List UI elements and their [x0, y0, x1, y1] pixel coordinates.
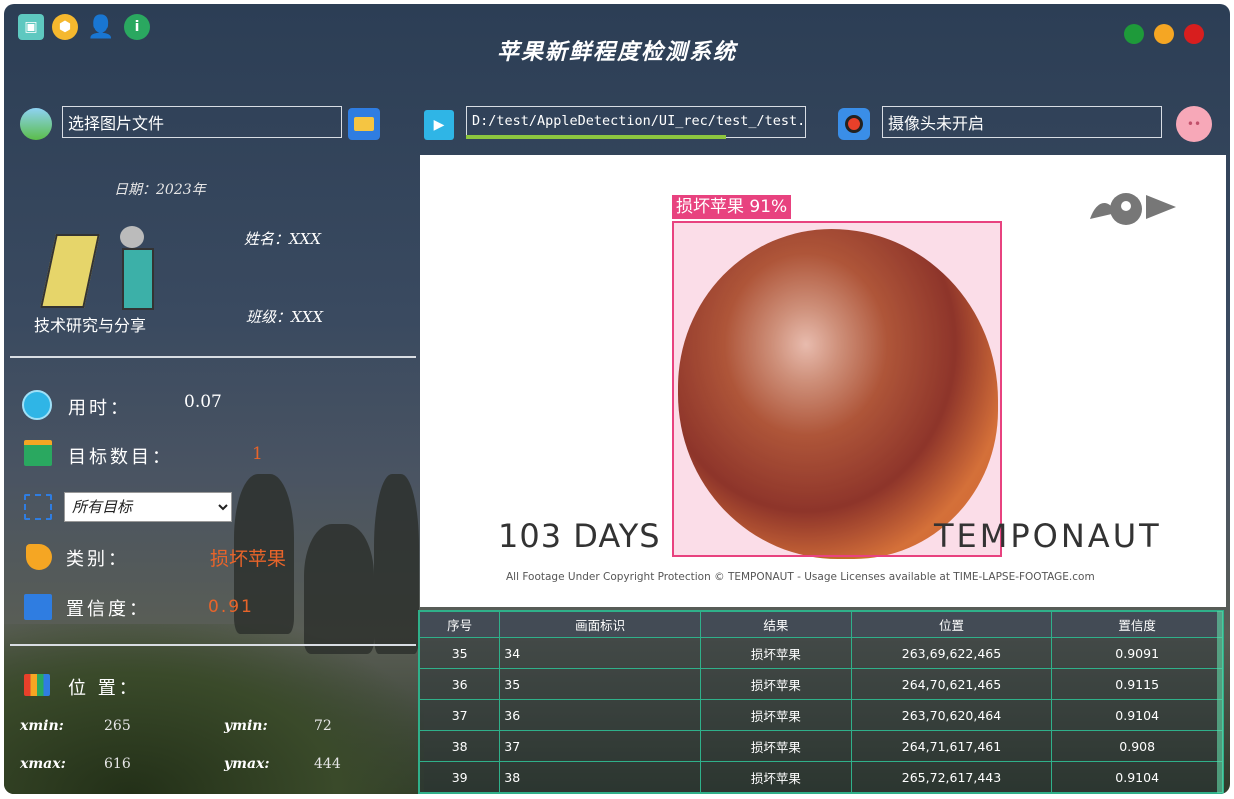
overlay-footer-text: All Footage Under Copyright Protection ©… [506, 571, 1095, 583]
chart-icon [24, 440, 52, 466]
confidence-label: 置信度： [66, 599, 150, 620]
logo-caption: 技术研究与分享 [34, 316, 147, 335]
overlay-days-text: 103 DAYS [498, 517, 661, 555]
cell-frame: 35 [499, 668, 702, 700]
eye-logo-icon [1090, 193, 1176, 227]
background-figure [374, 474, 419, 654]
logo-image [40, 226, 154, 310]
video-progress-bar [466, 135, 726, 139]
cell-frame: 36 [499, 699, 702, 731]
cell-position: 265,72,617,443 [850, 761, 1053, 793]
ymax-value: 444 [314, 756, 341, 772]
bar-chart-icon [24, 674, 50, 696]
target-select[interactable]: 所有目标 [64, 492, 232, 522]
cell-result: 损坏苹果 [700, 730, 852, 762]
cell-index: 38 [418, 730, 501, 762]
cell-result: 损坏苹果 [700, 761, 852, 793]
camera-icon[interactable] [838, 108, 870, 140]
date-text: 日期：2023年 [114, 182, 206, 198]
cell-index: 37 [418, 699, 501, 731]
cell-index: 39 [418, 761, 501, 793]
table-row[interactable]: 37 36 损坏苹果 263,70,620,464 0.9104 [418, 699, 1223, 731]
class-label: 类别： [66, 549, 129, 570]
time-value: 0.07 [184, 392, 222, 412]
play-icon[interactable]: ▶ [424, 110, 454, 140]
count-value: 1 [252, 444, 263, 464]
folder-icon[interactable] [348, 108, 380, 140]
cell-position: 264,70,621,465 [850, 668, 1053, 700]
cell-index: 36 [418, 668, 501, 700]
keyboard-graphic [40, 234, 100, 308]
time-label: 用时： [68, 398, 131, 419]
table-scrollbar[interactable] [1217, 611, 1223, 793]
table-row[interactable]: 36 35 损坏苹果 264,70,621,465 0.9115 [418, 668, 1223, 700]
header-result[interactable]: 结果 [700, 611, 852, 638]
detection-display: 损坏苹果 91% 103 DAYS TEMPONAUT All Footage … [420, 155, 1226, 607]
header-frame[interactable]: 画面标识 [499, 611, 702, 638]
xmax-value: 616 [104, 756, 131, 772]
table-header-row: 序号 画面标识 结果 位置 置信度 [418, 611, 1223, 638]
ymin-value: 72 [314, 718, 332, 734]
computer-graphic [122, 248, 154, 310]
divider [10, 644, 416, 646]
cell-position: 263,70,620,464 [850, 699, 1053, 731]
robot-head-graphic [120, 226, 144, 248]
image-icon[interactable] [20, 108, 52, 140]
cell-frame: 37 [499, 730, 702, 762]
detection-box [672, 221, 1002, 557]
app-window: ▣ ⬢ 👤 i 苹果新鲜程度检测系统 选择图片文件 ▶ D:/test/Appl… [4, 4, 1230, 794]
xmin-label: xmin: [20, 718, 64, 734]
cell-confidence: 0.9115 [1051, 668, 1223, 700]
xmax-label: xmax: [20, 756, 66, 772]
class-text: 班级：XXX [246, 308, 324, 326]
tag-icon [26, 544, 52, 570]
cell-confidence: 0.9091 [1051, 637, 1223, 669]
table-row[interactable]: 35 34 损坏苹果 263,69,622,465 0.9091 [418, 637, 1223, 669]
cell-result: 损坏苹果 [700, 699, 852, 731]
detection-label: 损坏苹果 91% [672, 195, 792, 219]
cell-result: 损坏苹果 [700, 668, 852, 700]
table-row[interactable]: 38 37 损坏苹果 264,71,617,461 0.908 [418, 730, 1223, 762]
cell-index: 35 [418, 637, 501, 669]
cell-position: 263,69,622,465 [850, 637, 1053, 669]
header-confidence[interactable]: 置信度 [1051, 611, 1223, 638]
app-title: 苹果新鲜程度检测系统 [496, 39, 737, 65]
background-figure [304, 524, 374, 654]
ymin-label: ymin: [224, 718, 268, 734]
cell-position: 264,71,617,461 [850, 730, 1053, 762]
name-text: 姓名：XXX [244, 230, 322, 248]
video-path-field[interactable]: D:/test/AppleDetection/UI_rec/test_/test… [466, 106, 806, 138]
pig-icon[interactable]: •• [1176, 106, 1212, 142]
overlay-brand-text: TEMPONAUT [934, 517, 1162, 555]
confidence-value: 0.91 [208, 597, 254, 617]
clock-icon [22, 390, 52, 420]
cell-frame: 38 [499, 761, 702, 793]
camera-status-field[interactable]: 摄像头未开启 [882, 106, 1162, 138]
position-label: 位 置： [68, 678, 140, 699]
count-label: 目标数目： [68, 447, 173, 468]
cell-result: 损坏苹果 [700, 637, 852, 669]
image-file-field[interactable]: 选择图片文件 [62, 106, 342, 138]
cell-frame: 34 [499, 637, 702, 669]
table-row[interactable]: 39 38 损坏苹果 265,72,617,443 0.9104 [418, 761, 1223, 793]
results-table[interactable]: 序号 画面标识 结果 位置 置信度 35 34 损坏苹果 263,69,622,… [418, 610, 1224, 794]
xmin-value: 265 [104, 718, 131, 734]
ymax-label: ymax: [224, 756, 270, 772]
cell-confidence: 0.9104 [1051, 761, 1223, 793]
confidence-icon [24, 594, 52, 620]
divider [10, 356, 416, 358]
cell-confidence: 0.9104 [1051, 699, 1223, 731]
class-value: 损坏苹果 [210, 548, 287, 570]
target-select-icon [24, 494, 52, 520]
header-index[interactable]: 序号 [418, 611, 501, 638]
header-position[interactable]: 位置 [850, 611, 1053, 638]
cell-confidence: 0.908 [1051, 730, 1223, 762]
